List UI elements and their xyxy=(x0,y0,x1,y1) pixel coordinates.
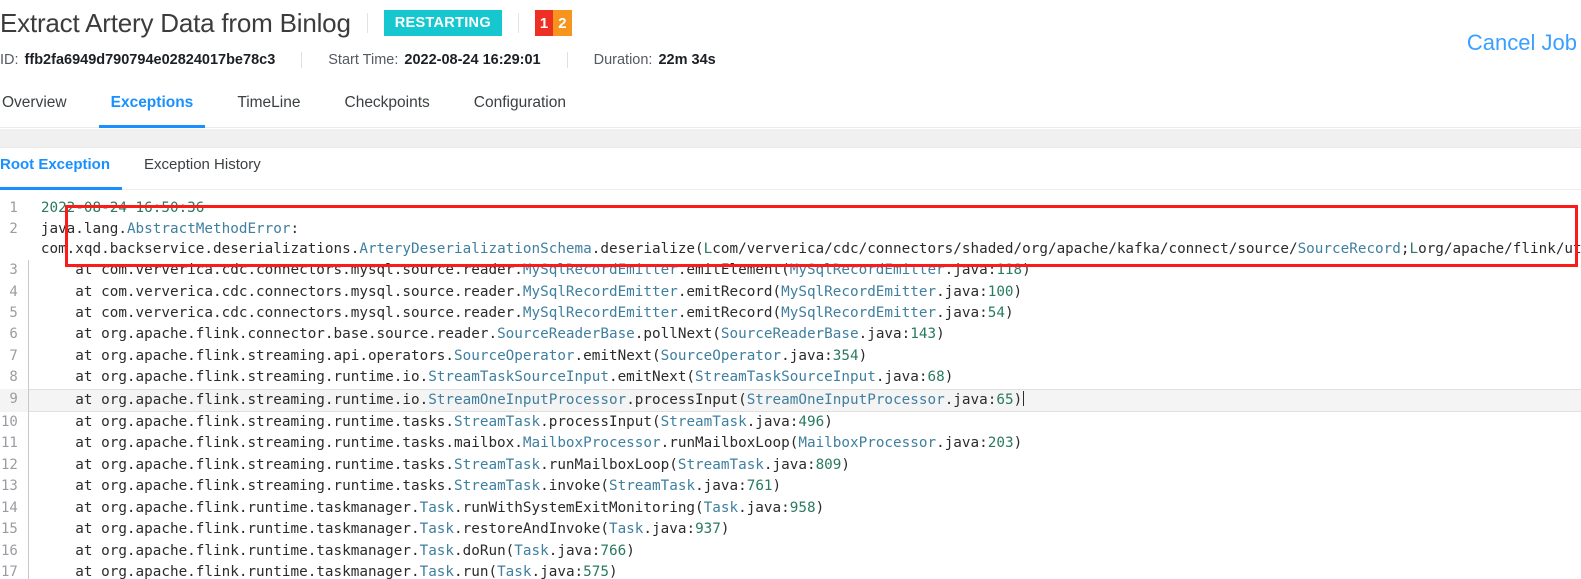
tab-exceptions[interactable]: Exceptions xyxy=(97,88,208,128)
code-line: at org.apache.flink.streaming.runtime.ta… xyxy=(40,435,1023,452)
code-row: 8 at org.apache.flink.streaming.runtime.… xyxy=(0,367,1581,390)
start-time-label: Start Time: xyxy=(328,52,399,68)
page-title: Extract Artery Data from Binlog xyxy=(0,8,351,38)
tab-timeline[interactable]: TimeLine xyxy=(223,88,314,128)
divider xyxy=(301,52,303,68)
line-number: 11 xyxy=(0,433,29,455)
code-line: at org.apache.flink.streaming.runtime.io… xyxy=(40,369,954,386)
restarting-count-badge: 2 xyxy=(553,10,572,36)
code-row: 5 at com.ververica.cdc.connectors.mysql.… xyxy=(0,303,1581,325)
code-row: 7 at org.apache.flink.streaming.api.oper… xyxy=(0,345,1581,368)
code-line: at org.apache.flink.runtime.taskmanager.… xyxy=(40,521,730,538)
divider xyxy=(517,13,519,33)
code-line: at org.apache.flink.streaming.runtime.io… xyxy=(28,388,1581,413)
cancel-job-button[interactable]: Cancel Job xyxy=(1467,30,1577,56)
attempt-counts: 1 2 xyxy=(534,10,572,36)
start-time-value: 2022-08-24 16:29:01 xyxy=(404,52,541,68)
job-id-label: ID: xyxy=(0,52,19,68)
code-row: 14 at org.apache.flink.runtime.taskmanag… xyxy=(0,497,1581,520)
duration-label: Duration: xyxy=(593,52,653,68)
code-line: 2022-08-24 16:50:36 xyxy=(28,198,1581,219)
line-number: 13 xyxy=(0,476,29,498)
code-line: at org.apache.flink.streaming.runtime.ta… xyxy=(40,414,833,431)
line-number: 12 xyxy=(0,454,29,477)
failed-count-badge: 1 xyxy=(534,10,554,36)
subtab-exception-history[interactable]: Exception History xyxy=(132,150,273,190)
code-row: 11 at org.apache.flink.streaming.runtime… xyxy=(0,433,1581,455)
line-number: 10 xyxy=(0,411,29,434)
code-row: 15 at org.apache.flink.runtime.taskmanag… xyxy=(0,519,1581,541)
stacktrace-viewer[interactable]: 1 2022-08-24 16:50:36 2 java.lang.Abstra… xyxy=(0,198,1581,579)
code-line: at org.apache.flink.streaming.runtime.ta… xyxy=(40,456,851,473)
line-number: 17 xyxy=(0,561,29,579)
code-token-timestamp: 2022-08-24 16:50:36 xyxy=(40,200,205,216)
code-line: at org.apache.flink.connector.base.sourc… xyxy=(40,326,945,343)
code-row: 16 at org.apache.flink.runtime.taskmanag… xyxy=(0,540,1581,562)
exception-subtabbar: Root Exception Exception History xyxy=(0,150,1581,190)
code-row-current: 9 at org.apache.flink.streaming.runtime.… xyxy=(0,388,1581,413)
subtab-root-exception[interactable]: Root Exception xyxy=(0,150,123,190)
section-divider-band xyxy=(0,129,1581,148)
line-number: 4 xyxy=(0,281,29,304)
job-header: Extract Artery Data from Binlog RESTARTI… xyxy=(0,0,1581,88)
line-number: 3 xyxy=(0,260,29,282)
exceptions-page: Extract Artery Data from Binlog RESTARTI… xyxy=(0,0,1581,579)
line-number: 9 xyxy=(0,389,29,412)
line-number: 6 xyxy=(0,324,29,346)
line-number: 15 xyxy=(0,519,29,541)
job-meta-row: ID: ffb2fa6949d790794e02824017be78c3 Sta… xyxy=(0,48,716,72)
primary-tabbar: Overview Exceptions TimeLine Checkpoints… xyxy=(0,88,1581,128)
code-line: at org.apache.flink.runtime.taskmanager.… xyxy=(40,499,825,516)
duration-value: 22m 34s xyxy=(658,52,716,68)
code-line: at com.ververica.cdc.connectors.mysql.so… xyxy=(40,262,1031,279)
line-number: 14 xyxy=(0,497,29,520)
code-row: 3 at com.ververica.cdc.connectors.mysql.… xyxy=(0,260,1581,282)
text-cursor xyxy=(1023,390,1025,406)
status-badge: RESTARTING xyxy=(383,10,502,36)
code-line: at com.ververica.cdc.connectors.mysql.so… xyxy=(40,283,1023,300)
code-line: at org.apache.flink.runtime.taskmanager.… xyxy=(40,563,618,579)
job-title-row: Extract Artery Data from Binlog RESTARTI… xyxy=(0,4,572,42)
code-row: 4 at com.ververica.cdc.connectors.mysql.… xyxy=(0,281,1581,304)
job-id-value: ffb2fa6949d790794e02824017be78c3 xyxy=(24,52,276,68)
code-row: 13 at org.apache.flink.streaming.runtime… xyxy=(0,476,1581,498)
code-row: 17 at org.apache.flink.runtime.taskmanag… xyxy=(0,561,1581,579)
line-number: 2 xyxy=(9,221,18,238)
code-row: 12 at org.apache.flink.streaming.runtime… xyxy=(0,454,1581,477)
code-line: at org.apache.flink.streaming.api.operat… xyxy=(40,347,868,364)
line-number: 7 xyxy=(0,345,29,368)
code-row: 10 at org.apache.flink.streaming.runtime… xyxy=(0,411,1581,434)
code-line: at com.ververica.cdc.connectors.mysql.so… xyxy=(40,305,1014,322)
tab-overview[interactable]: Overview xyxy=(0,88,81,128)
divider xyxy=(566,52,568,68)
code-row: 2 java.lang.AbstractMethodError: com.xqd… xyxy=(0,219,1581,260)
code-line: at org.apache.flink.streaming.runtime.ta… xyxy=(40,478,782,495)
stacktrace-table: 1 2022-08-24 16:50:36 2 java.lang.Abstra… xyxy=(0,198,1581,579)
tab-checkpoints[interactable]: Checkpoints xyxy=(331,88,444,128)
divider xyxy=(366,13,368,33)
code-row: 6 at org.apache.flink.connector.base.sou… xyxy=(0,324,1581,346)
line-number: 5 xyxy=(0,303,29,325)
tab-configuration[interactable]: Configuration xyxy=(460,88,580,128)
code-line: at org.apache.flink.runtime.taskmanager.… xyxy=(40,542,635,559)
code-line: java.lang.AbstractMethodError: com.xqd.b… xyxy=(40,221,1581,257)
line-number: 1 xyxy=(9,200,18,216)
line-number: 16 xyxy=(0,540,29,562)
line-number: 8 xyxy=(0,367,29,390)
code-row: 1 2022-08-24 16:50:36 xyxy=(0,198,1581,219)
